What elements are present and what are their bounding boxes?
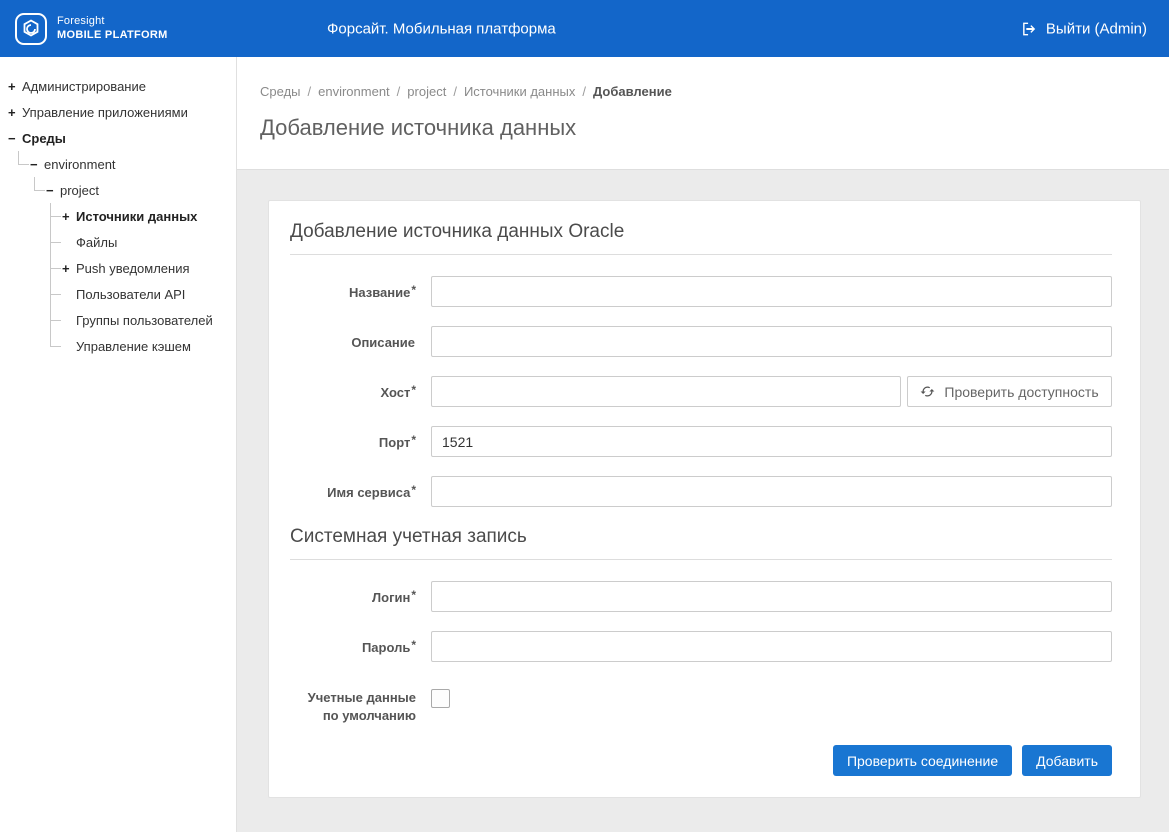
form-actions: Проверить соединение Добавить bbox=[290, 745, 1112, 776]
name-label: Название* bbox=[290, 276, 416, 302]
content-header: Среды / environment / project / Источники данн… bbox=[237, 57, 1169, 170]
breadcrumb: Среды / environment / project / Источники данн… bbox=[260, 84, 1169, 99]
description-label: Описание bbox=[290, 326, 416, 352]
app-window: Foresight MOBILE PLATFORM Форсайт. Мобил… bbox=[0, 0, 1169, 832]
default-credentials-checkbox[interactable] bbox=[431, 689, 450, 708]
breadcrumb-separator: / bbox=[397, 84, 401, 99]
required-marker: * bbox=[411, 638, 416, 652]
breadcrumb-item-data-sources[interactable]: Источники данных bbox=[464, 84, 575, 99]
port-input[interactable] bbox=[431, 426, 1112, 457]
logout-label: Выйти (Admin) bbox=[1046, 20, 1147, 37]
expand-icon[interactable]: + bbox=[62, 261, 76, 276]
required-marker: * bbox=[411, 433, 416, 447]
sidebar-item-label: Среды bbox=[22, 131, 66, 146]
content-area: Среды / environment / project / Источники данн… bbox=[237, 57, 1169, 832]
foresight-logo-icon bbox=[14, 12, 48, 46]
host-input[interactable] bbox=[431, 376, 901, 407]
check-availability-button[interactable]: Проверить доступность bbox=[907, 376, 1112, 407]
logout-button[interactable]: Выйти (Admin) bbox=[1021, 20, 1147, 37]
sidebar-item-project[interactable]: − project bbox=[46, 177, 232, 203]
sidebar-item-administration[interactable]: + Администрирование bbox=[8, 73, 232, 99]
form-row-name: Название* bbox=[290, 276, 1112, 307]
host-group: Проверить доступность bbox=[431, 376, 1112, 407]
breadcrumb-item-project[interactable]: project bbox=[407, 84, 446, 99]
breadcrumb-separator: / bbox=[308, 84, 312, 99]
name-input[interactable] bbox=[431, 276, 1112, 307]
port-label: Порт* bbox=[290, 426, 416, 452]
logout-icon bbox=[1021, 20, 1038, 37]
service-name-label: Имя сервиса* bbox=[290, 476, 416, 502]
form-row-host: Хост* Проверить доступность bbox=[290, 376, 1112, 407]
service-name-input[interactable] bbox=[431, 476, 1112, 507]
description-input[interactable] bbox=[431, 326, 1112, 357]
brand-text: Foresight MOBILE PLATFORM bbox=[57, 15, 168, 43]
sidebar-item-label: Управление приложениями bbox=[22, 105, 188, 120]
top-bar: Foresight MOBILE PLATFORM Форсайт. Мобил… bbox=[0, 0, 1169, 57]
sidebar-item-cache-management[interactable]: Управление кэшем bbox=[62, 333, 232, 359]
form-row-description: Описание bbox=[290, 326, 1112, 357]
sidebar-item-label: project bbox=[60, 183, 99, 198]
sidebar-item-files[interactable]: Файлы bbox=[62, 229, 232, 255]
data-source-form-card: Добавление источника данных Oracle Назва… bbox=[268, 200, 1141, 798]
expand-icon[interactable]: + bbox=[62, 209, 76, 224]
password-input[interactable] bbox=[431, 631, 1112, 662]
form-row-service-name: Имя сервиса* bbox=[290, 476, 1112, 507]
sidebar-item-environment[interactable]: − environment bbox=[30, 151, 232, 177]
collapse-icon[interactable]: − bbox=[8, 131, 22, 146]
brand-line1: Foresight bbox=[57, 15, 168, 29]
sidebar-item-label: Файлы bbox=[76, 235, 117, 250]
page-title: Добавление источника данных bbox=[260, 115, 1169, 141]
breadcrumb-item-environment[interactable]: environment bbox=[318, 84, 390, 99]
add-button[interactable]: Добавить bbox=[1022, 745, 1112, 776]
required-marker: * bbox=[411, 383, 416, 397]
login-label: Логин* bbox=[290, 581, 416, 607]
brand-line2: MOBILE PLATFORM bbox=[57, 29, 168, 43]
expand-icon[interactable]: + bbox=[8, 79, 22, 94]
collapse-icon[interactable]: − bbox=[46, 183, 60, 198]
app-title: Форсайт. Мобильная платформа bbox=[327, 20, 556, 37]
required-marker: * bbox=[411, 588, 416, 602]
form-row-login: Логин* bbox=[290, 581, 1112, 612]
sidebar-item-label: Пользователи API bbox=[76, 287, 185, 302]
sidebar-item-user-groups[interactable]: Группы пользователей bbox=[62, 307, 232, 333]
brand: Foresight MOBILE PLATFORM bbox=[14, 12, 168, 46]
form-row-port: Порт* bbox=[290, 426, 1112, 457]
sidebar-item-data-sources[interactable]: + Источники данных bbox=[62, 203, 232, 229]
required-marker: * bbox=[411, 283, 416, 297]
required-marker: * bbox=[411, 483, 416, 497]
check-connection-button[interactable]: Проверить соединение bbox=[833, 745, 1012, 776]
sidebar-item-label: Администрирование bbox=[22, 79, 146, 94]
sidebar-item-label: environment bbox=[44, 157, 116, 172]
sidebar-item-label: Push уведомления bbox=[76, 261, 190, 276]
section-title-system-account: Системная учетная запись bbox=[290, 526, 1112, 560]
breadcrumb-item-current: Добавление bbox=[593, 84, 672, 99]
password-label: Пароль* bbox=[290, 631, 416, 657]
sidebar-item-push-notifications[interactable]: + Push уведомления bbox=[62, 255, 232, 281]
sidebar-item-label: Группы пользователей bbox=[76, 313, 213, 328]
sidebar-item-api-users[interactable]: Пользователи API bbox=[62, 281, 232, 307]
login-input[interactable] bbox=[431, 581, 1112, 612]
breadcrumb-item-environments[interactable]: Среды bbox=[260, 84, 301, 99]
sidebar-item-environments[interactable]: − Среды bbox=[8, 125, 232, 151]
sidebar: + Администрирование + Управление приложе… bbox=[0, 57, 237, 832]
card-wrapper: Добавление источника данных Oracle Назва… bbox=[237, 170, 1169, 832]
sidebar-item-app-management[interactable]: + Управление приложениями bbox=[8, 99, 232, 125]
form-row-default-credentials: Учетные данные по умолчанию bbox=[290, 681, 1112, 724]
refresh-icon bbox=[920, 384, 935, 399]
sidebar-item-label: Источники данных bbox=[76, 209, 197, 224]
expand-icon[interactable]: + bbox=[8, 105, 22, 120]
sidebar-item-label: Управление кэшем bbox=[76, 339, 191, 354]
form-row-password: Пароль* bbox=[290, 631, 1112, 662]
breadcrumb-separator: / bbox=[453, 84, 457, 99]
section-title-oracle: Добавление источника данных Oracle bbox=[290, 221, 1112, 255]
default-credentials-label: Учетные данные по умолчанию bbox=[290, 681, 416, 724]
check-availability-label: Проверить доступность bbox=[944, 384, 1098, 400]
breadcrumb-separator: / bbox=[582, 84, 586, 99]
collapse-icon[interactable]: − bbox=[30, 157, 44, 172]
host-label: Хост* bbox=[290, 376, 416, 402]
